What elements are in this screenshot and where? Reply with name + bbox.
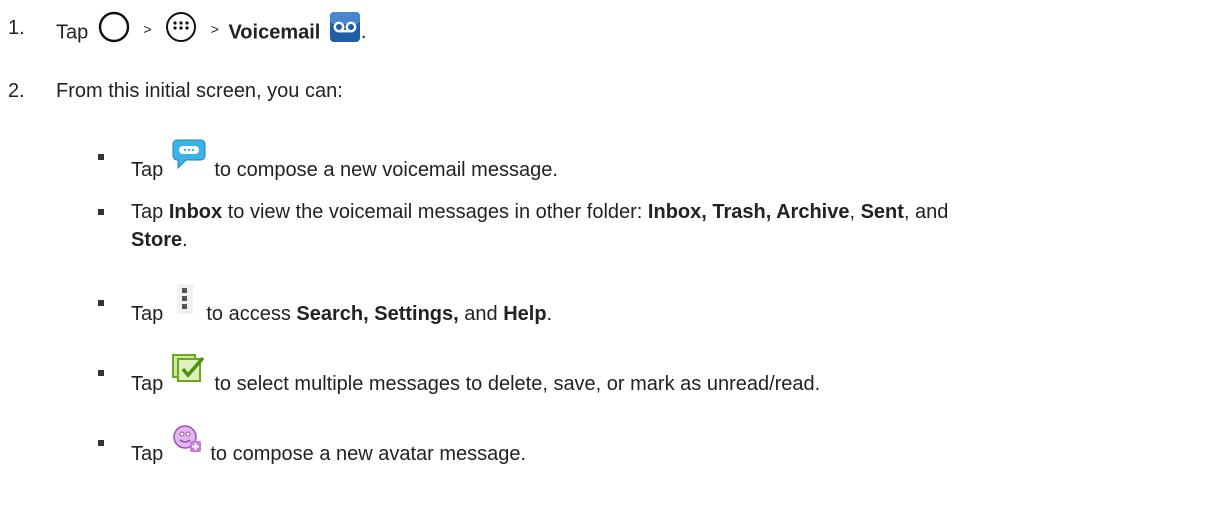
tap-word: Tap xyxy=(131,373,164,395)
list-item-text-cont: Store. xyxy=(131,229,188,251)
step-1-period: . xyxy=(360,21,367,44)
tap-word: Tap xyxy=(56,21,89,44)
voicemail-label: Voicemail xyxy=(228,21,321,44)
list-item-rest: to compose a new avatar message. xyxy=(210,443,527,465)
step-1-text: Tap > > Voicemail . xyxy=(56,10,366,44)
sent-label: Sent xyxy=(860,201,904,223)
step-2-text: From this initial screen, you can: xyxy=(56,80,343,102)
list-item-text: Tap to compose a new voicemail message. xyxy=(131,138,558,182)
bullet-marker xyxy=(98,440,104,446)
folders-label: Inbox, Trash, Archive xyxy=(647,201,850,223)
bullet-marker xyxy=(98,300,104,306)
bullet-marker xyxy=(98,154,104,160)
voicemail-app-icon xyxy=(329,11,361,43)
compose-bubble-icon xyxy=(172,138,206,170)
step-2: 2. From this initial screen, you can: xyxy=(0,79,1210,105)
list-item-rest: to select multiple messages to delete, s… xyxy=(214,373,821,395)
step-1: 1. Tap > > Voicemail . xyxy=(0,2,1210,44)
home-circle-icon xyxy=(97,10,131,44)
list-item: Tap to select multiple messages to delet… xyxy=(0,352,1210,395)
step-number: 2. xyxy=(8,80,25,102)
tap-word: Tap xyxy=(131,159,164,181)
list-item-text: Tap Inbox to view the voicemail messages… xyxy=(131,201,949,223)
list-item: Tap to compose a new voicemail message. xyxy=(0,134,1210,181)
list-item-text: Tap to select multiple messages to delet… xyxy=(131,354,820,396)
apps-grid-icon xyxy=(164,10,198,44)
step-number: 1. xyxy=(8,17,25,39)
list-item: Tap to access Search, Settings, and Help… xyxy=(0,282,1210,325)
menu-dots-icon xyxy=(176,284,193,314)
list-item-text: Tap to compose a new avatar message. xyxy=(131,424,526,466)
bullet-marker xyxy=(98,209,104,215)
avatar-add-icon xyxy=(172,424,202,454)
tap-word: Tap xyxy=(131,443,164,465)
store-label: Store xyxy=(131,229,183,251)
separator: > xyxy=(143,21,152,38)
search-settings-label: Search, Settings, xyxy=(296,303,459,325)
list-item-rest: to compose a new voicemail message. xyxy=(214,159,558,181)
list-item-text: Tap to access Search, Settings, and Help… xyxy=(131,284,552,326)
help-label: Help xyxy=(503,303,547,325)
multi-select-icon xyxy=(171,354,206,384)
tap-word: Tap xyxy=(131,303,164,325)
separator: > xyxy=(210,21,219,38)
list-item: Tap Inbox to view the voicemail messages… xyxy=(0,200,1210,260)
inbox-label: Inbox xyxy=(168,201,223,223)
list-item: Tap to compose a new avatar message. xyxy=(0,422,1210,465)
bullet-marker xyxy=(98,370,104,376)
